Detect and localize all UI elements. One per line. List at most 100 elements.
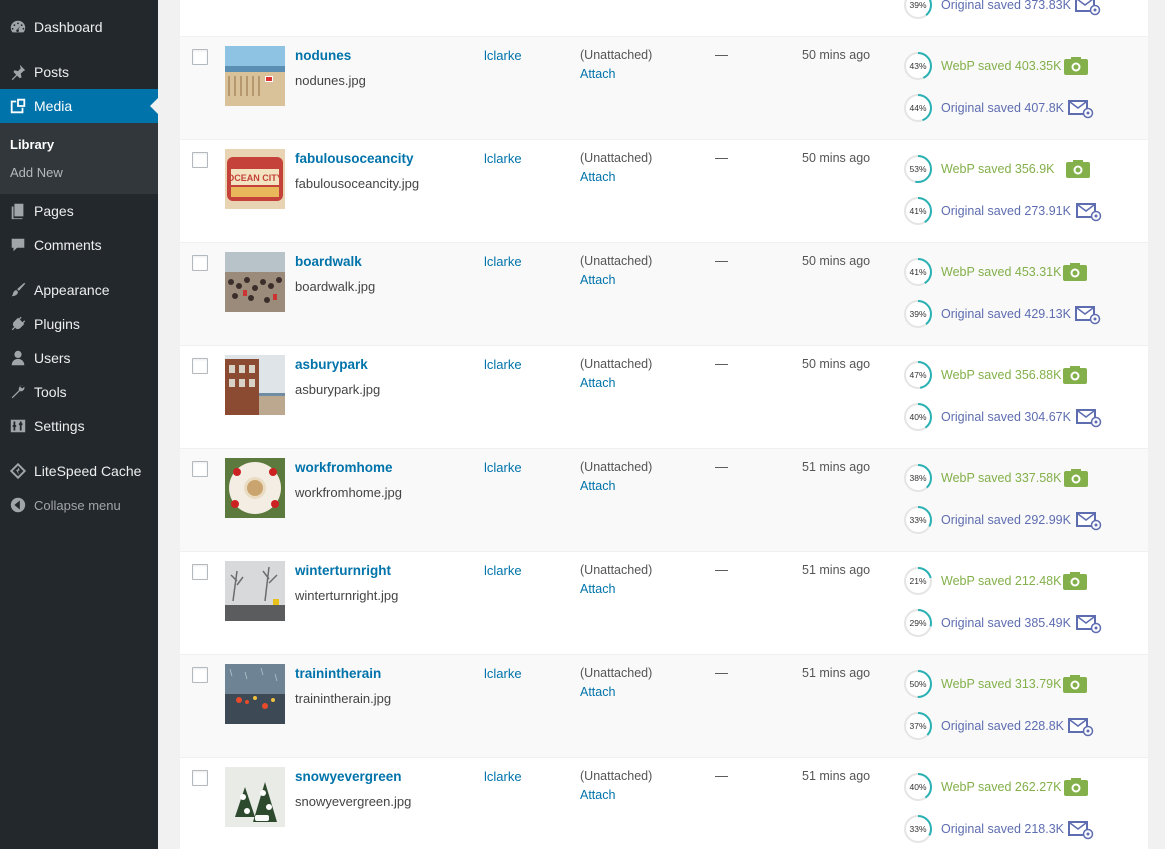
- author-link[interactable]: lclarke: [484, 48, 522, 63]
- unattached-label: (Unattached): [580, 254, 653, 268]
- image-envelope-icon[interactable]: [1068, 717, 1094, 737]
- attach-link[interactable]: Attach: [580, 376, 615, 390]
- media-thumbnail[interactable]: [225, 46, 285, 106]
- menu-dashboard-label: Dashboard: [34, 19, 103, 35]
- image-envelope-icon[interactable]: [1068, 820, 1094, 840]
- menu-litespeed-label: LiteSpeed Cache: [34, 463, 142, 479]
- author-link[interactable]: lclarke: [484, 357, 522, 372]
- media-thumbnail[interactable]: [225, 355, 285, 415]
- row-checkbox[interactable]: [192, 358, 208, 374]
- camera-icon[interactable]: [1064, 778, 1088, 796]
- camera-icon[interactable]: [1063, 263, 1087, 281]
- media-title-link[interactable]: boardwalk: [295, 254, 362, 269]
- submenu-add-new[interactable]: Add New: [10, 165, 63, 180]
- menu-posts-label: Posts: [34, 64, 70, 80]
- original-savings-label: Original saved 407.8K: [941, 101, 1064, 115]
- menu-users[interactable]: Users: [0, 341, 158, 375]
- image-envelope-icon[interactable]: [1076, 511, 1102, 531]
- row-checkbox[interactable]: [192, 770, 208, 786]
- attach-link[interactable]: Attach: [580, 170, 615, 184]
- image-envelope-icon[interactable]: [1076, 202, 1102, 222]
- attach-link[interactable]: Attach: [580, 788, 615, 802]
- media-title-link[interactable]: winterturnright: [295, 563, 391, 578]
- author-link[interactable]: lclarke: [484, 563, 522, 578]
- menu-media[interactable]: Media: [0, 89, 158, 123]
- author-link[interactable]: lclarke: [484, 666, 522, 681]
- media-filename: fabulousoceancity.jpg: [295, 176, 420, 191]
- media-title-link[interactable]: workfromhome: [295, 460, 393, 475]
- webp-savings-label: WebP saved 356.88K: [941, 368, 1062, 382]
- menu-comments[interactable]: Comments: [0, 228, 158, 262]
- image-envelope-icon[interactable]: [1068, 99, 1094, 119]
- original-savings-ring: 41%: [903, 196, 933, 226]
- row-checkbox[interactable]: [192, 49, 208, 65]
- media-thumbnail[interactable]: [225, 767, 285, 827]
- collapse-arrow-icon: [0, 496, 34, 514]
- author-link[interactable]: lclarke: [484, 254, 522, 269]
- menu-appearance[interactable]: Appearance: [0, 273, 158, 307]
- image-envelope-icon[interactable]: [1075, 305, 1101, 325]
- image-envelope-icon[interactable]: [1075, 0, 1101, 16]
- attach-link[interactable]: Attach: [580, 479, 615, 493]
- row-checkbox[interactable]: [192, 667, 208, 683]
- original-savings-percent: 29%: [909, 618, 927, 628]
- camera-icon[interactable]: [1063, 675, 1087, 693]
- media-thumbnail[interactable]: [225, 252, 285, 312]
- submenu-library[interactable]: Library: [10, 137, 54, 152]
- table-row: asburypark asburypark.jpg lclarke (Unatt…: [180, 346, 1148, 449]
- row-checkbox[interactable]: [192, 152, 208, 168]
- original-savings-percent: 37%: [909, 721, 927, 731]
- media-icon: [0, 97, 34, 115]
- media-filename: boardwalk.jpg: [295, 279, 376, 294]
- original-savings-ring: 33%: [903, 505, 933, 535]
- plugin-icon: [0, 315, 34, 333]
- author-link[interactable]: lclarke: [484, 460, 522, 475]
- attach-link[interactable]: Attach: [580, 273, 615, 287]
- menu-litespeed-cache[interactable]: LiteSpeed Cache: [0, 454, 158, 488]
- webp-savings-label: WebP saved 403.35K: [941, 59, 1062, 73]
- table-row: snowyevergreen snowyevergreen.jpg lclark…: [180, 758, 1148, 849]
- media-title-link[interactable]: fabulousoceancity: [295, 151, 414, 166]
- media-thumbnail[interactable]: [225, 458, 285, 518]
- media-title-link[interactable]: trainintherain: [295, 666, 381, 681]
- media-filename: trainintherain.jpg: [295, 691, 392, 706]
- camera-icon[interactable]: [1063, 572, 1087, 590]
- original-savings-percent: 39%: [909, 309, 927, 319]
- original-savings-ring: 29%: [903, 608, 933, 638]
- author-link[interactable]: lclarke: [484, 151, 522, 166]
- menu-settings[interactable]: Settings: [0, 409, 158, 443]
- image-envelope-icon[interactable]: [1076, 614, 1102, 634]
- upload-date: 51 mins ago: [802, 666, 871, 680]
- camera-icon[interactable]: [1064, 469, 1088, 487]
- menu-dashboard[interactable]: Dashboard: [0, 10, 158, 44]
- pages-icon: [0, 202, 34, 220]
- attach-link[interactable]: Attach: [580, 685, 615, 699]
- webp-savings-label: WebP saved 212.48K: [941, 574, 1062, 588]
- media-thumbnail[interactable]: [225, 561, 285, 621]
- camera-icon[interactable]: [1063, 366, 1087, 384]
- table-row: boardwalk boardwalk.jpg lclarke (Unattac…: [180, 243, 1148, 346]
- webp-savings-ring: 38%: [903, 463, 933, 493]
- camera-icon[interactable]: [1066, 160, 1090, 178]
- media-title-link[interactable]: snowyevergreen: [295, 769, 402, 784]
- menu-plugins[interactable]: Plugins: [0, 307, 158, 341]
- media-title-link[interactable]: nodunes: [295, 48, 351, 63]
- image-envelope-icon[interactable]: [1076, 408, 1102, 428]
- menu-posts[interactable]: Posts: [0, 55, 158, 89]
- row-checkbox[interactable]: [192, 564, 208, 580]
- camera-icon[interactable]: [1064, 57, 1088, 75]
- menu-tools[interactable]: Tools: [0, 375, 158, 409]
- unattached-label: (Unattached): [580, 769, 653, 783]
- author-link[interactable]: lclarke: [484, 769, 522, 784]
- media-title-link[interactable]: asburypark: [295, 357, 368, 372]
- original-savings-ring: 33%: [903, 814, 933, 844]
- media-thumbnail[interactable]: OCEAN CITY: [225, 149, 285, 209]
- row-checkbox[interactable]: [192, 255, 208, 271]
- admin-sidebar: Dashboard Posts Media Library Add New Pa…: [0, 0, 158, 849]
- attach-link[interactable]: Attach: [580, 582, 615, 596]
- row-checkbox[interactable]: [192, 461, 208, 477]
- collapse-menu-button[interactable]: Collapse menu: [0, 488, 158, 522]
- menu-pages[interactable]: Pages: [0, 194, 158, 228]
- attach-link[interactable]: Attach: [580, 67, 615, 81]
- media-thumbnail[interactable]: [225, 664, 285, 724]
